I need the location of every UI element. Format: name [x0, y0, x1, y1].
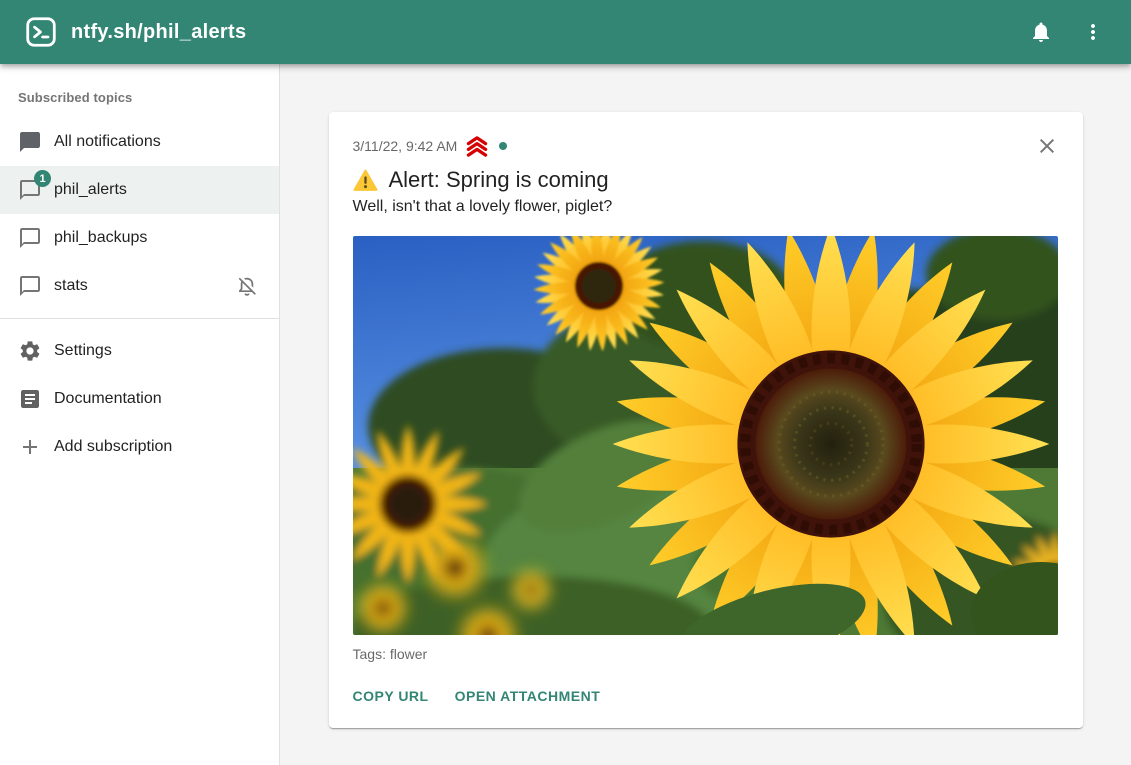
main-content: 3/11/22, 9:42 AM [280, 64, 1131, 765]
sidebar-item-all-notifications[interactable]: All notifications [0, 118, 279, 166]
open-attachment-button[interactable]: OPEN ATTACHMENT [455, 688, 601, 704]
chat-bubble-outline-icon: 1 [18, 178, 42, 202]
terminal-prompt-icon [26, 17, 56, 47]
sidebar-item-phil-backups[interactable]: phil_backups [0, 214, 279, 262]
notifications-off-icon [235, 274, 259, 298]
close-notification-button[interactable] [1035, 134, 1059, 158]
sidebar-item-label: All notifications [54, 133, 161, 151]
notification-title-row: Alert: Spring is coming [353, 167, 1059, 193]
gear-icon [18, 339, 42, 363]
subscribed-topics-label: Subscribed topics [0, 64, 279, 118]
sidebar-item-label: Documentation [54, 390, 162, 408]
sidebar: Subscribed topics All notifications 1 ph… [0, 64, 280, 765]
warning-triangle-icon [353, 169, 378, 192]
attachment-image[interactable] [353, 236, 1058, 635]
notification-card: 3/11/22, 9:42 AM [329, 112, 1083, 728]
sidebar-item-label: stats [54, 277, 88, 295]
overflow-menu-button[interactable] [1081, 20, 1105, 44]
chat-bubble-outline-icon [18, 226, 42, 250]
sidebar-item-label: Add subscription [54, 438, 172, 456]
copy-url-button[interactable]: COPY URL [353, 688, 429, 704]
chat-bubble-outline-icon [18, 274, 42, 298]
sidebar-item-stats[interactable]: stats [0, 262, 279, 310]
notification-timestamp: 3/11/22, 9:42 AM [353, 138, 458, 154]
priority-max-icon [464, 136, 490, 157]
sidebar-item-add-subscription[interactable]: Add subscription [0, 423, 279, 471]
notification-body: Well, isn't that a lovely flower, piglet… [353, 198, 1059, 216]
sidebar-item-label: phil_alerts [54, 181, 127, 199]
sidebar-item-documentation[interactable]: Documentation [0, 375, 279, 423]
sidebar-item-label: phil_backups [54, 229, 147, 247]
notification-tags: Tags: flower [353, 646, 1059, 662]
plus-icon [18, 435, 42, 459]
app-bar: ntfy.sh/phil_alerts [0, 0, 1131, 64]
notification-actions: COPY URL OPEN ATTACHMENT [353, 688, 1059, 704]
sidebar-item-settings[interactable]: Settings [0, 327, 279, 375]
sidebar-item-phil-alerts[interactable]: 1 phil_alerts [0, 166, 279, 214]
notifications-bell-button[interactable] [1029, 20, 1053, 44]
unread-dot-icon [499, 142, 507, 150]
sidebar-item-label: Settings [54, 342, 112, 360]
article-icon [18, 387, 42, 411]
kebab-menu-icon [1081, 20, 1105, 44]
notification-title: Alert: Spring is coming [389, 167, 609, 193]
sidebar-divider [0, 318, 279, 319]
notification-header: 3/11/22, 9:42 AM [353, 134, 1059, 158]
chat-bubble-filled-icon [18, 130, 42, 154]
bell-icon [1029, 20, 1053, 44]
unread-count-badge: 1 [34, 170, 51, 187]
app-title: ntfy.sh/phil_alerts [71, 21, 246, 44]
close-icon [1035, 134, 1059, 158]
